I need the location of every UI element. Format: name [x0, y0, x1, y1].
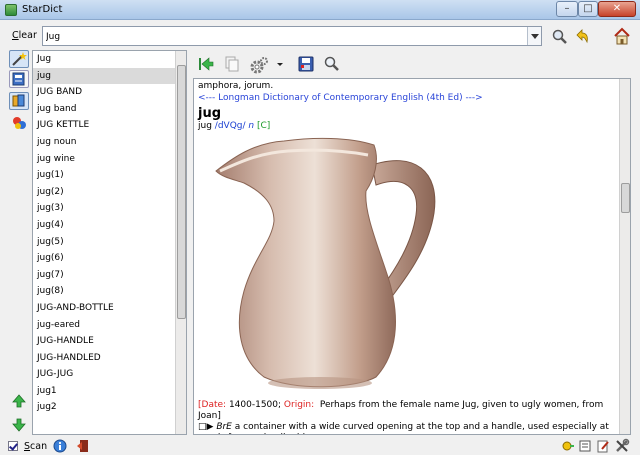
word-list-item[interactable]: jug(4) — [33, 217, 186, 234]
word-list-item[interactable]: jug1 — [33, 383, 186, 400]
books-icon[interactable] — [9, 92, 29, 110]
stardict-window: StarDict – □ ✕ Clear Jug Jug jug JUG BAN… — [0, 0, 640, 455]
scrollbar-thumb[interactable] — [621, 183, 630, 213]
sense-text: a container with a wide curved opening a… — [198, 422, 609, 434]
go-to-icon[interactable] — [197, 55, 215, 73]
pron-word: jug — [198, 121, 212, 131]
clear-button[interactable]: Clear — [12, 30, 37, 41]
status-bar — [0, 436, 640, 455]
date-value: 1400-1500; — [228, 400, 282, 410]
definition-scrollbar[interactable] — [619, 79, 630, 434]
back-arrow-icon[interactable] — [572, 27, 590, 45]
clear-label: Clear — [12, 30, 37, 41]
dictionary-header: <--- Longman Dictionary of Contemporary … — [198, 92, 483, 103]
word-list-item[interactable]: JUG BAND — [33, 84, 186, 101]
word-list-item[interactable]: jug — [33, 67, 186, 85]
window-title: StarDict — [22, 4, 63, 15]
headword: jug — [198, 106, 222, 121]
close-button[interactable]: ✕ — [598, 1, 636, 17]
word-list-item[interactable]: Jug — [33, 51, 186, 68]
jug-image — [214, 131, 454, 393]
search-input[interactable] — [46, 29, 516, 44]
dropdown-arrow-icon[interactable] — [275, 55, 285, 73]
word-list-item[interactable]: jug(3) — [33, 200, 186, 217]
word-list-item[interactable]: JUG-AND-BOTTLE — [33, 300, 186, 317]
info-icon[interactable] — [53, 439, 67, 455]
word-list-item[interactable]: jug noun — [33, 134, 186, 151]
definition-panel: amphora, jorum. <--- Longman Dictionary … — [193, 78, 631, 435]
sidebar — [6, 50, 32, 435]
word-list-item[interactable]: JUG-HANDLED — [33, 350, 186, 367]
part-of-speech: n — [248, 121, 255, 131]
sense-region: BrE — [216, 422, 232, 432]
find-icon[interactable] — [323, 55, 341, 73]
edit-icon[interactable] — [596, 439, 610, 455]
dict-manage-icon[interactable] — [578, 439, 592, 455]
tools-icon[interactable] — [614, 438, 630, 455]
word-list-item[interactable]: jug(6) — [33, 250, 186, 267]
word-list-item[interactable]: jug band — [33, 101, 186, 118]
shapes-icon[interactable] — [9, 114, 29, 132]
up-arrow-icon[interactable] — [12, 394, 26, 411]
etymology-text: [Date: 1400-1500; Origin: Perhaps from t… — [198, 400, 612, 434]
settings-gear-icon[interactable] — [249, 55, 271, 74]
search-combobox[interactable] — [42, 26, 542, 46]
dictionary-icon[interactable] — [9, 70, 29, 88]
date-label: Date: — [201, 400, 227, 410]
word-list-item[interactable]: jug2 — [33, 399, 186, 416]
chevron-down-icon[interactable] — [527, 27, 541, 45]
copy-icon[interactable] — [223, 55, 241, 73]
wordlist-scrollbar[interactable] — [175, 51, 186, 434]
scan-label[interactable]: Scan — [24, 441, 47, 452]
magnifier-icon[interactable] — [550, 27, 568, 45]
previous-entry-text: amphora, jorum. — [198, 81, 274, 91]
home-icon[interactable] — [611, 25, 630, 45]
definition-toolbar — [193, 52, 633, 76]
word-list-item[interactable]: jug(8) — [33, 283, 186, 300]
word-list-item[interactable]: jug(5) — [33, 234, 186, 251]
pronunciation: /dVQg/ — [214, 121, 246, 131]
title-bar: StarDict – □ ✕ — [0, 0, 640, 20]
scan-checkbox[interactable] — [8, 441, 18, 451]
origin-label: Origin: — [283, 400, 315, 410]
word-list-item[interactable]: jug wine — [33, 151, 186, 168]
down-arrow-icon[interactable] — [12, 418, 26, 435]
definition-text: amphora, jorum. <--- Longman Dictionary … — [198, 81, 612, 133]
maximize-button[interactable]: □ — [578, 1, 598, 17]
wand-icon[interactable] — [9, 50, 29, 68]
minimize-button[interactable]: – — [556, 1, 578, 17]
word-list-item[interactable]: JUG-HANDLE — [33, 333, 186, 350]
word-list-item[interactable]: JUG-JUG — [33, 366, 186, 383]
scan-label-text: Scan — [24, 441, 48, 452]
word-list-item[interactable]: jug(2) — [33, 184, 186, 201]
quit-icon[interactable] — [76, 438, 90, 455]
lock-icon[interactable] — [561, 439, 575, 455]
save-icon[interactable] — [297, 55, 315, 73]
scrollbar-thumb[interactable] — [177, 65, 186, 319]
pronunciation-line: jug /dVQg/ n [C] — [198, 121, 270, 131]
word-list[interactable]: Jug jug JUG BAND jug band JUG KETTLE jug noun… — [32, 50, 187, 435]
sense-marker-icon: □▶ — [198, 422, 214, 432]
countable-tag: [C] — [257, 121, 271, 131]
stardict-icon — [5, 4, 17, 16]
word-list-item[interactable]: JUG KETTLE — [33, 117, 186, 134]
word-list-item[interactable]: jug(7) — [33, 267, 186, 284]
word-list-item[interactable]: jug-eared — [33, 317, 186, 334]
word-list-item[interactable]: jug(1) — [33, 167, 186, 184]
